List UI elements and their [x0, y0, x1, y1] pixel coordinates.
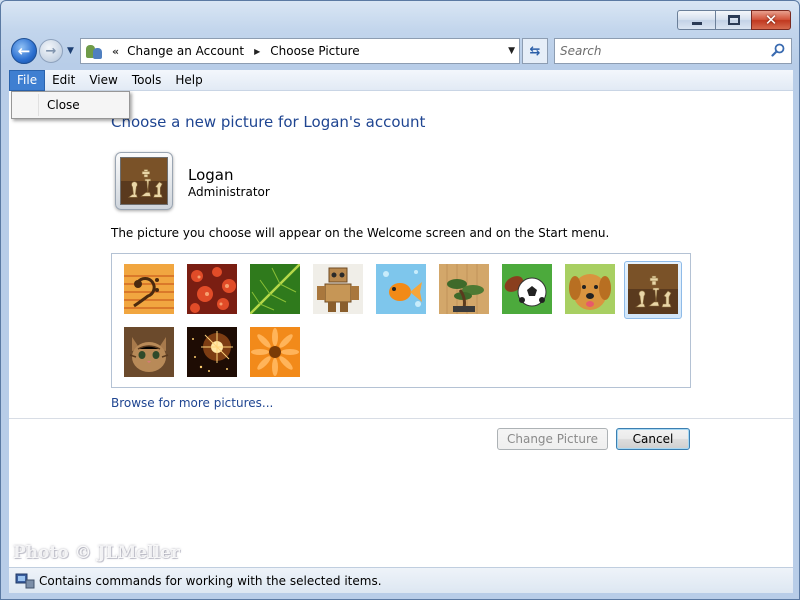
status-bar: Contains commands for working with the s…	[9, 567, 793, 593]
photo-watermark: Photo © JLMeller	[13, 543, 180, 563]
starfish-picture[interactable]	[187, 264, 237, 314]
forward-arrow-icon: →	[45, 43, 57, 59]
forward-button[interactable]: →	[39, 39, 63, 63]
search-box[interactable]	[554, 38, 792, 64]
change-picture-button[interactable]: Change Picture	[497, 428, 608, 450]
daisy-picture[interactable]	[250, 327, 300, 377]
control-panel-window: ✕ ← → ▼ « Change an Account ▶ Choose Pic…	[0, 0, 800, 600]
account-picture-frame	[115, 152, 173, 210]
address-dropdown-icon[interactable]: ▼	[508, 46, 515, 56]
breadcrumb-overflow-icon[interactable]: «	[112, 45, 119, 58]
maximize-button[interactable]	[715, 10, 751, 30]
bass-clef-picture[interactable]	[124, 264, 174, 314]
search-input[interactable]	[560, 40, 760, 62]
breadcrumb-arrow-icon[interactable]: ▶	[254, 47, 260, 56]
dog-picture[interactable]	[565, 264, 615, 314]
picture-gallery	[111, 253, 691, 388]
close-window-button[interactable]: ✕	[751, 10, 791, 30]
back-arrow-icon: ←	[17, 42, 31, 60]
browse-pictures-link[interactable]: Browse for more pictures...	[111, 396, 273, 410]
cancel-button[interactable]: Cancel	[616, 428, 690, 450]
account-name: Logan	[188, 166, 234, 184]
recent-pages-dropdown[interactable]: ▼	[67, 46, 74, 56]
account-role: Administrator	[188, 185, 270, 199]
file-menu-dropdown: Close	[11, 91, 130, 119]
search-icon[interactable]	[771, 43, 785, 57]
minimize-icon	[691, 21, 702, 25]
soccer-ball-picture[interactable]	[502, 264, 552, 314]
sparkles-picture[interactable]	[187, 327, 237, 377]
picture-description: The picture you choose will appear on th…	[111, 226, 610, 240]
back-button[interactable]: ←	[11, 38, 37, 64]
menu-view[interactable]: View	[82, 70, 124, 91]
menu-tools[interactable]: Tools	[125, 70, 169, 91]
chevron-down-icon: ▼	[67, 46, 74, 56]
menu-file[interactable]: File	[9, 69, 46, 91]
menu-help[interactable]: Help	[168, 70, 209, 91]
refresh-icon: ⇆	[529, 43, 541, 59]
leaf-picture[interactable]	[250, 264, 300, 314]
maximize-icon	[727, 15, 740, 25]
caption-buttons: ✕	[677, 10, 791, 30]
refresh-button[interactable]: ⇆	[522, 38, 548, 64]
address-bar[interactable]: « Change an Account ▶ Choose Picture ▼	[80, 38, 520, 64]
close-icon: ✕	[764, 10, 778, 29]
minimize-button[interactable]	[677, 10, 715, 30]
divider	[9, 418, 793, 419]
status-text: Contains commands for working with the s…	[39, 573, 382, 588]
robot-picture[interactable]	[313, 264, 363, 314]
menu-item-close[interactable]: Close	[47, 98, 80, 112]
goldfish-picture[interactable]	[376, 264, 426, 314]
user-accounts-icon	[84, 42, 104, 60]
chess-avatar-icon	[120, 157, 168, 205]
chess-picture[interactable]	[628, 264, 678, 314]
computer-icon	[15, 573, 35, 588]
page-title: Choose a new picture for Logan's account	[111, 113, 426, 131]
bonsai-picture[interactable]	[439, 264, 489, 314]
kitten-picture[interactable]	[124, 327, 174, 377]
breadcrumb-change-account[interactable]: Change an Account	[125, 44, 246, 58]
breadcrumb-choose-picture[interactable]: Choose Picture	[268, 44, 361, 58]
menu-edit[interactable]: Edit	[45, 70, 82, 91]
menu-bar: File Edit View Tools Help	[9, 69, 793, 91]
